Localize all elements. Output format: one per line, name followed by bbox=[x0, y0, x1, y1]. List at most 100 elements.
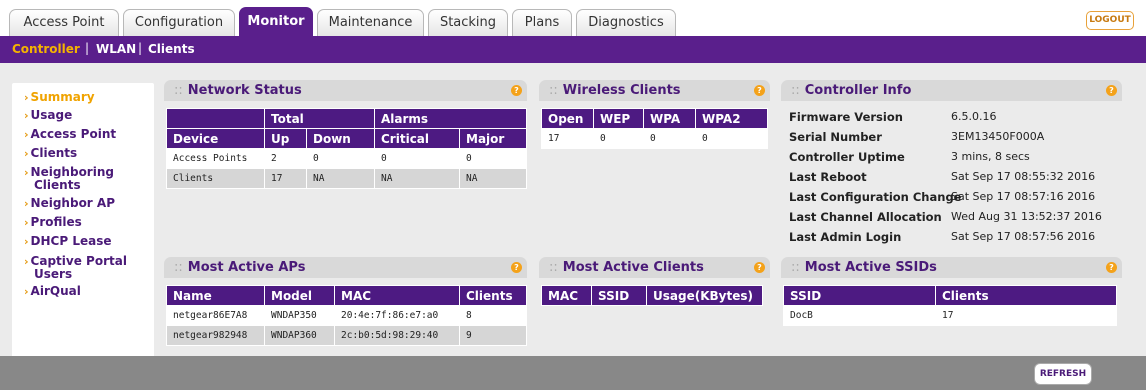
panel-header: :: Controller Info ? bbox=[781, 80, 1122, 101]
sidebar-item-neighbor-ap[interactable]: › Neighbor AP bbox=[24, 196, 115, 211]
sidebar-item-label: Neighbor AP bbox=[30, 196, 115, 210]
subnav-controller[interactable]: Controller bbox=[12, 42, 80, 56]
help-icon[interactable]: ? bbox=[754, 262, 765, 273]
panel-title: :: Controller Info bbox=[791, 83, 911, 98]
sidebar-item-summary[interactable]: › Summary bbox=[24, 91, 95, 105]
wireless-clients-panel: :: Wireless Clients ? Open WEP WPA WPA2 1… bbox=[539, 80, 770, 155]
most-active-aps-panel: :: Most Active APs ? Name Model MAC Clien… bbox=[164, 257, 527, 352]
most-active-ssids-table: SSID Clients DocB 17 bbox=[783, 285, 1117, 326]
top-tab-bar: Access Point Configuration Monitor Maint… bbox=[0, 0, 1146, 36]
chevron-right-icon: › bbox=[24, 216, 29, 229]
drag-handle-icon: :: bbox=[174, 83, 183, 98]
network-status-panel: :: Network Status ? Total Alarms Device U… bbox=[164, 80, 527, 197]
table-header: Open bbox=[541, 108, 594, 129]
sub-navigation: Controller | WLAN | Clients bbox=[0, 36, 1146, 63]
sidebar-item-dhcp-lease[interactable]: › DHCP Lease bbox=[24, 235, 112, 249]
help-icon[interactable]: ? bbox=[1106, 262, 1117, 273]
tab-stacking[interactable]: Stacking bbox=[428, 9, 508, 36]
table-header-spacer bbox=[166, 108, 265, 129]
table-header: Down bbox=[306, 128, 375, 149]
table-row: Access Points 2 0 0 0 bbox=[166, 148, 527, 169]
help-icon[interactable]: ? bbox=[511, 85, 522, 96]
tab-diagnostics[interactable]: Diagnostics bbox=[576, 9, 676, 36]
most-active-aps-table: Name Model MAC Clients netgear86E7A8 WND… bbox=[166, 285, 527, 346]
table-cell: WNDAP350 bbox=[264, 305, 335, 326]
table-header: Up bbox=[264, 128, 307, 149]
drag-handle-icon: :: bbox=[791, 260, 800, 275]
most-active-ssids-title: Most Active SSIDs bbox=[804, 260, 937, 275]
chevron-right-icon: › bbox=[24, 197, 29, 210]
table-cell: 17 bbox=[541, 128, 594, 149]
sidebar-item-access-point[interactable]: › Access Point bbox=[24, 128, 116, 142]
chevron-right-icon: › bbox=[24, 166, 29, 179]
tab-configuration[interactable]: Configuration bbox=[123, 9, 235, 36]
panel-header: :: Wireless Clients ? bbox=[539, 80, 770, 101]
info-value: Sat Sep 17 08:55:32 2016 bbox=[951, 170, 1096, 183]
chevron-right-icon: › bbox=[24, 235, 29, 248]
table-cell: 0 bbox=[306, 148, 375, 169]
most-active-clients-panel: :: Most Active Clients ? MAC SSID Usage(K… bbox=[539, 257, 770, 312]
chevron-right-icon: › bbox=[24, 285, 29, 298]
table-cell: 20:4e:7f:86:e7:a0 bbox=[334, 305, 460, 326]
tab-maintenance[interactable]: Maintenance bbox=[317, 9, 424, 36]
info-value: 6.5.0.16 bbox=[951, 110, 997, 123]
logout-button[interactable]: LOGOUT bbox=[1086, 11, 1134, 30]
panel-title: :: Wireless Clients bbox=[549, 83, 681, 98]
table-cell: Clients bbox=[166, 168, 265, 189]
table-header: SSID bbox=[783, 285, 936, 306]
panel-header: :: Most Active APs ? bbox=[164, 257, 527, 278]
info-value: Sat Sep 17 08:57:56 2016 bbox=[951, 230, 1096, 243]
chevron-right-icon: › bbox=[24, 255, 29, 268]
sidebar-item-label: Usage bbox=[30, 108, 73, 122]
panel-header: :: Most Active SSIDs ? bbox=[781, 257, 1122, 278]
info-row-last-channel-allocation: Last Channel Allocation Wed Aug 31 13:52:… bbox=[789, 210, 1119, 230]
network-status-table: Total Alarms Device Up Down Critical Maj… bbox=[166, 108, 527, 189]
table-row: Clients 17 NA NA NA bbox=[166, 168, 527, 189]
info-value: 3 mins, 8 secs bbox=[951, 150, 1030, 163]
sidebar: › Summary › Usage › Access Point › Clients ›… bbox=[12, 83, 154, 358]
network-status-title: Network Status bbox=[187, 83, 302, 98]
controller-info-title: Controller Info bbox=[804, 83, 912, 98]
info-value: 3EM13450F000A bbox=[951, 130, 1045, 143]
tab-access-point[interactable]: Access Point bbox=[9, 9, 119, 36]
panel-title: :: Most Active SSIDs bbox=[791, 260, 937, 275]
tab-monitor[interactable]: Monitor bbox=[239, 7, 313, 36]
help-icon[interactable]: ? bbox=[511, 262, 522, 273]
bottom-bar: REFRESH bbox=[0, 356, 1146, 390]
sidebar-item-profiles[interactable]: › Profiles bbox=[24, 215, 82, 230]
table-cell: 0 bbox=[459, 148, 527, 169]
panel-title: :: Most Active Clients bbox=[549, 260, 704, 275]
table-cell: 0 bbox=[374, 148, 460, 169]
help-icon[interactable]: ? bbox=[754, 85, 765, 96]
info-value: Wed Aug 31 13:52:37 2016 bbox=[951, 210, 1102, 223]
sidebar-item-usage[interactable]: › Usage bbox=[24, 108, 73, 123]
subnav-clients[interactable]: Clients bbox=[148, 42, 195, 56]
subnav-wlan[interactable]: WLAN bbox=[96, 42, 136, 56]
table-header: Clients bbox=[935, 285, 1117, 306]
sidebar-item-airqual[interactable]: › AirQual bbox=[24, 285, 81, 299]
sidebar-item-neighboring-clients[interactable]: › Neighboring Clients bbox=[24, 166, 134, 192]
sidebar-item-captive-portal-users[interactable]: › Captive Portal Users bbox=[24, 255, 139, 281]
table-group-header: Total bbox=[264, 108, 375, 129]
wireless-clients-title: Wireless Clients bbox=[562, 83, 681, 98]
table-header: MAC bbox=[541, 285, 592, 306]
chevron-right-icon: › bbox=[24, 91, 29, 104]
help-icon[interactable]: ? bbox=[1106, 85, 1117, 96]
table-cell: 2c:b0:5d:98:29:40 bbox=[334, 325, 460, 346]
most-active-clients-table: MAC SSID Usage(KBytes) bbox=[541, 285, 763, 306]
sidebar-item-label: Profiles bbox=[30, 215, 82, 229]
table-cell: DocB bbox=[783, 305, 936, 326]
info-label: Last Channel Allocation bbox=[789, 210, 942, 224]
table-cell: 2 bbox=[264, 148, 307, 169]
table-cell: 17 bbox=[935, 305, 1117, 326]
table-header: SSID bbox=[591, 285, 647, 306]
table-cell: 9 bbox=[459, 325, 527, 346]
sidebar-item-clients[interactable]: › Clients bbox=[24, 147, 77, 161]
refresh-button[interactable]: REFRESH bbox=[1034, 363, 1092, 385]
table-row: netgear86E7A8 WNDAP350 20:4e:7f:86:e7:a0… bbox=[166, 305, 527, 326]
table-header: Device bbox=[166, 128, 265, 149]
tab-plans[interactable]: Plans bbox=[512, 9, 572, 36]
table-header: WPA bbox=[643, 108, 696, 129]
chevron-right-icon: › bbox=[24, 147, 29, 160]
table-header: Critical bbox=[374, 128, 460, 149]
